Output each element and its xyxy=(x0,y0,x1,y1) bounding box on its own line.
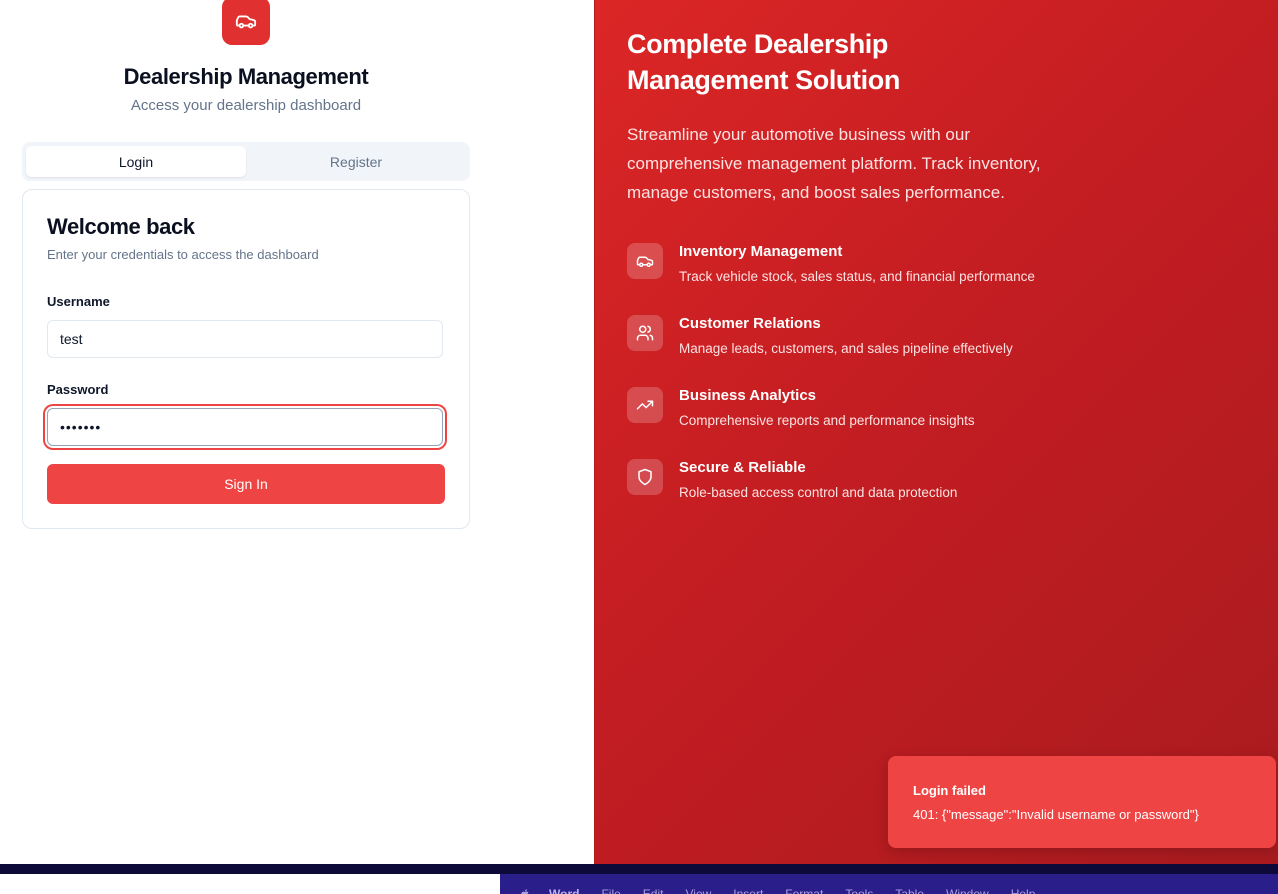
card-subtitle: Enter your credentials to access the das… xyxy=(47,247,319,262)
password-input[interactable] xyxy=(47,408,443,446)
menu-table[interactable]: Table xyxy=(895,874,924,894)
menu-file[interactable]: File xyxy=(601,874,620,894)
feature-title: Customer Relations xyxy=(679,315,821,332)
shield-icon xyxy=(627,459,663,495)
feature-inventory: Inventory Management Track vehicle stock… xyxy=(627,243,1147,303)
menu-window[interactable]: Window xyxy=(946,874,989,894)
menu-format[interactable]: Format xyxy=(785,874,823,894)
hero-panel: Complete Dealership Management Solution … xyxy=(594,0,1278,864)
feature-description: Role-based access control and data prote… xyxy=(679,485,958,500)
trending-up-icon xyxy=(627,387,663,423)
window-edge-light xyxy=(0,874,500,894)
menu-insert[interactable]: Insert xyxy=(733,874,763,894)
tab-login[interactable]: Login xyxy=(26,146,246,177)
feature-customers: Customer Relations Manage leads, custome… xyxy=(627,315,1147,375)
car-icon xyxy=(627,243,663,279)
car-logo-icon xyxy=(222,0,270,45)
feature-description: Comprehensive reports and performance in… xyxy=(679,413,975,428)
feature-analytics: Business Analytics Comprehensive reports… xyxy=(627,387,1147,447)
feature-security: Secure & Reliable Role-based access cont… xyxy=(627,459,1147,519)
menu-tools[interactable]: Tools xyxy=(845,874,873,894)
hero-description: Streamline your automotive business with… xyxy=(627,125,1041,202)
sign-in-button[interactable]: Sign In xyxy=(47,464,445,504)
feature-title: Business Analytics xyxy=(679,387,816,404)
app-title: Dealership Management xyxy=(123,64,369,89)
username-input[interactable] xyxy=(47,320,443,358)
menu-help[interactable]: Help xyxy=(1011,874,1036,894)
error-toast[interactable]: Login failed 401: {"message":"Invalid us… xyxy=(888,756,1276,848)
auth-panel: Dealership Management Access your dealer… xyxy=(0,0,594,864)
feature-description: Manage leads, customers, and sales pipel… xyxy=(679,341,1013,356)
toast-title: Login failed xyxy=(913,783,986,798)
feature-title: Secure & Reliable xyxy=(679,459,806,476)
password-label: Password xyxy=(47,382,109,397)
toast-message: 401: {"message":"Invalid username or pas… xyxy=(913,807,1199,822)
feature-title: Inventory Management xyxy=(679,243,843,260)
auth-tabs: Login Register xyxy=(22,142,470,181)
username-label: Username xyxy=(47,294,110,309)
hero-title: Complete Dealership Management Solution xyxy=(627,29,900,95)
users-icon xyxy=(627,315,663,351)
menu-app-name[interactable]: Word xyxy=(549,874,579,894)
apple-icon[interactable] xyxy=(520,874,531,894)
tab-register[interactable]: Register xyxy=(246,146,466,177)
app-subtitle: Access your dealership dashboard xyxy=(130,97,362,114)
card-title: Welcome back xyxy=(47,214,195,239)
menu-view[interactable]: View xyxy=(685,874,711,894)
menu-edit[interactable]: Edit xyxy=(643,874,664,894)
login-card: Welcome back Enter your credentials to a… xyxy=(22,189,470,529)
system-menubar: Word File Edit View Insert Format Tools … xyxy=(500,874,1278,894)
feature-description: Track vehicle stock, sales status, and f… xyxy=(679,269,1035,284)
